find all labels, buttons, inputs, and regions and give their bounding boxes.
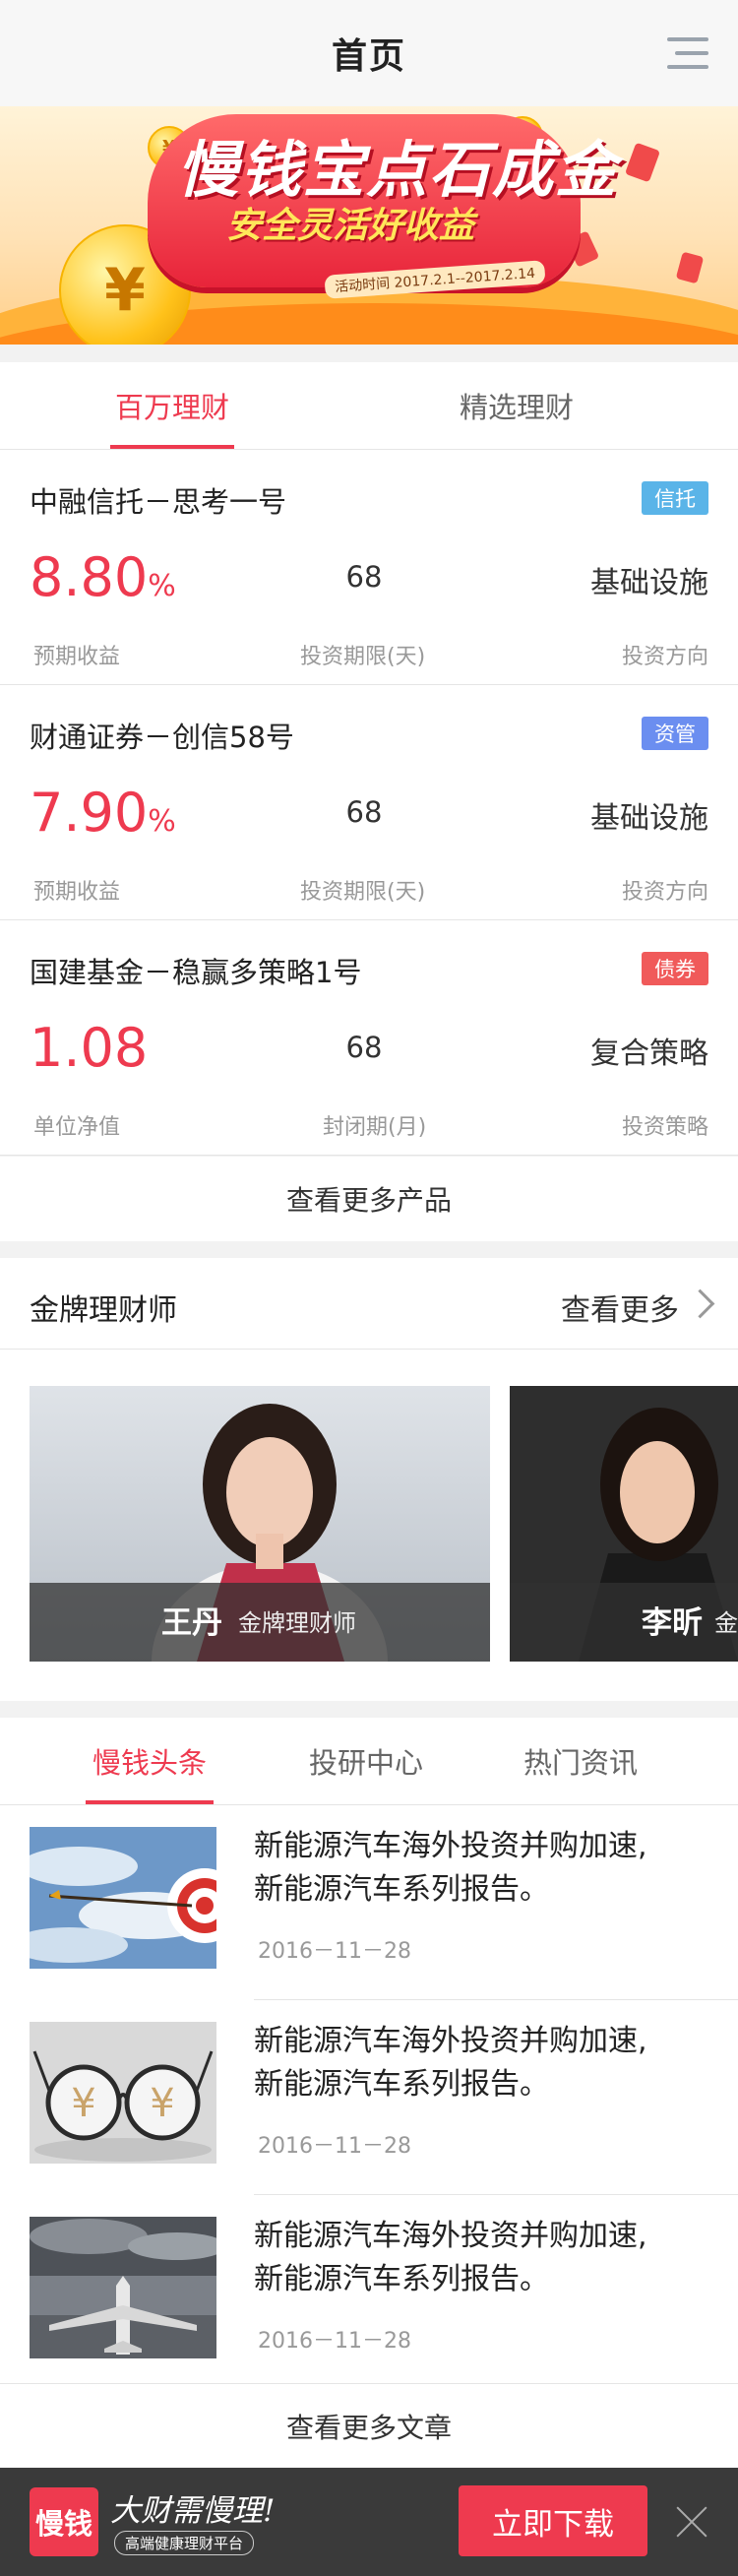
close-icon[interactable] (675, 2505, 708, 2539)
advisor-card[interactable]: 王丹 金牌理财师 (30, 1386, 490, 1662)
product-term: 68 (345, 560, 383, 594)
section-title: 金牌理财师 (30, 1293, 177, 1328)
news-thumbnail (30, 2217, 216, 2358)
advisor-role: 金牌理财师 (238, 1609, 356, 1637)
direction-label: 投资方向 (621, 645, 708, 669)
promo-banner[interactable]: ¥ ¥ ¥ ¥ 慢钱宝点石成金 安全灵活好收益 活动时间 2017.2.1--2… (0, 106, 738, 345)
banner-title: 慢钱宝点石成金 (177, 134, 619, 206)
news-date: 2016－11－28 (258, 2329, 411, 2354)
product-rate: 7.90% (30, 782, 176, 844)
news-item[interactable]: ¥ ¥ 新能源汽车海外投资并购加速, 新能源汽车系列报告。 2016－11－28 (0, 2000, 738, 2195)
product-rate: 8.80% (30, 546, 176, 608)
svg-text:¥: ¥ (71, 2081, 95, 2126)
more-products-button[interactable]: 查看更多产品 (0, 1157, 738, 1241)
chevron-right-icon[interactable] (685, 1288, 715, 1319)
product-name: 财通证券－创信58号 (30, 721, 294, 754)
news-item[interactable]: 新能源汽车海外投资并购加速, 新能源汽车系列报告。 2016－11－28 (0, 1805, 738, 2000)
news-date: 2016－11－28 (258, 2134, 411, 2159)
product-name: 国建基金－稳赢多策略1号 (30, 956, 362, 989)
tab-research-center[interactable]: 投研中心 (285, 1718, 447, 1804)
product-rate: 1.08 (30, 1017, 149, 1079)
product-tabs: 百万理财 精选理财 (0, 362, 738, 450)
product-card[interactable]: 中融信托－思考一号 信托 8.80% 68 基础设施 预期收益 投资期限(天) … (0, 450, 738, 685)
advisors-header: 金牌理财师 查看更多 (0, 1258, 738, 1350)
download-button[interactable]: 立即下载 (459, 2485, 647, 2556)
direction-label: 投资策略 (621, 1115, 708, 1140)
direction-label: 投资方向 (621, 880, 708, 905)
rate-label: 预期收益 (33, 880, 121, 905)
menu-icon[interactable] (667, 37, 708, 71)
app-logo: 慢钱 (30, 2487, 98, 2556)
more-articles-button[interactable]: 查看更多文章 (0, 2383, 738, 2469)
news-title: 新能源汽车海外投资并购加速, 新能源汽车系列报告。 (254, 1829, 647, 1907)
home-page: 首页 ¥ ¥ ¥ ¥ 慢钱宝点石成金 安全灵活好收益 活动时间 2017.2.1… (0, 0, 738, 2576)
product-name: 中融信托－思考一号 (30, 485, 287, 519)
red-envelope-icon (675, 251, 705, 284)
product-tag: 信托 (642, 481, 708, 515)
news-thumbnail (30, 1827, 216, 1969)
tab-million-finance[interactable]: 百万理财 (59, 362, 285, 449)
news-tabs: 慢钱头条 投研中心 热门资讯 (0, 1718, 738, 1805)
banner-subtitle: 安全灵活好收益 (226, 206, 475, 246)
app-slogan: 大财需慢理! (110, 2493, 276, 2529)
news-date: 2016－11－28 (258, 1939, 411, 1964)
product-direction: 基础设施 (590, 566, 708, 600)
news-title: 新能源汽车海外投资并购加速, 新能源汽车系列报告。 (254, 2219, 647, 2296)
news-thumbnail: ¥ ¥ (30, 2022, 216, 2164)
tab-selected-finance[interactable]: 精选理财 (403, 362, 630, 449)
product-card[interactable]: 国建基金－稳赢多策略1号 债券 1.08 68 复合策略 单位净值 封闭期(月)… (0, 920, 738, 1156)
product-card[interactable]: 财通证券－创信58号 资管 7.90% 68 基础设施 预期收益 投资期限(天)… (0, 685, 738, 920)
product-term: 68 (345, 795, 383, 829)
advisor-name: 李昕 (642, 1605, 703, 1641)
advisor-role: 金 (714, 1609, 738, 1637)
download-bar: 慢钱 大财需慢理! 高端健康理财平台 立即下载 (0, 2468, 738, 2576)
tab-hot-news[interactable]: 热门资讯 (500, 1718, 661, 1804)
product-direction: 复合策略 (590, 1037, 708, 1071)
advisors-section: 金牌理财师 查看更多 王丹 金牌理财师 李昕 金 (0, 1258, 738, 1701)
product-tag: 债券 (642, 952, 708, 985)
term-label: 投资期限(天) (300, 880, 426, 905)
rate-label: 预期收益 (33, 645, 121, 669)
tab-headlines[interactable]: 慢钱头条 (69, 1718, 230, 1804)
svg-text:¥: ¥ (150, 2081, 174, 2126)
red-envelope-icon (624, 142, 661, 183)
page-title: 首页 (331, 36, 406, 77)
news-item[interactable]: 新能源汽车海外投资并购加速, 新能源汽车系列报告。 2016－11－28 (0, 2195, 738, 2390)
advisors-more-link[interactable]: 查看更多 (561, 1286, 679, 1329)
term-label: 封闭期(月) (323, 1115, 427, 1140)
news-section: 慢钱头条 投研中心 热门资讯 新能源汽车海外投资并购加速, 新能源汽车系列报告。… (0, 1718, 738, 2468)
advisor-name: 王丹 (161, 1605, 222, 1641)
top-nav-bar: 首页 (0, 0, 738, 107)
news-title: 新能源汽车海外投资并购加速, 新能源汽车系列报告。 (254, 2024, 647, 2102)
term-label: 投资期限(天) (300, 645, 426, 669)
rate-label: 单位净值 (33, 1115, 121, 1140)
product-direction: 基础设施 (590, 801, 708, 836)
product-term: 68 (345, 1031, 383, 1064)
advisor-card[interactable]: 李昕 金 (510, 1386, 738, 1662)
app-slogan-sub: 高端健康理财平台 (114, 2531, 255, 2555)
product-tag: 资管 (642, 717, 708, 750)
